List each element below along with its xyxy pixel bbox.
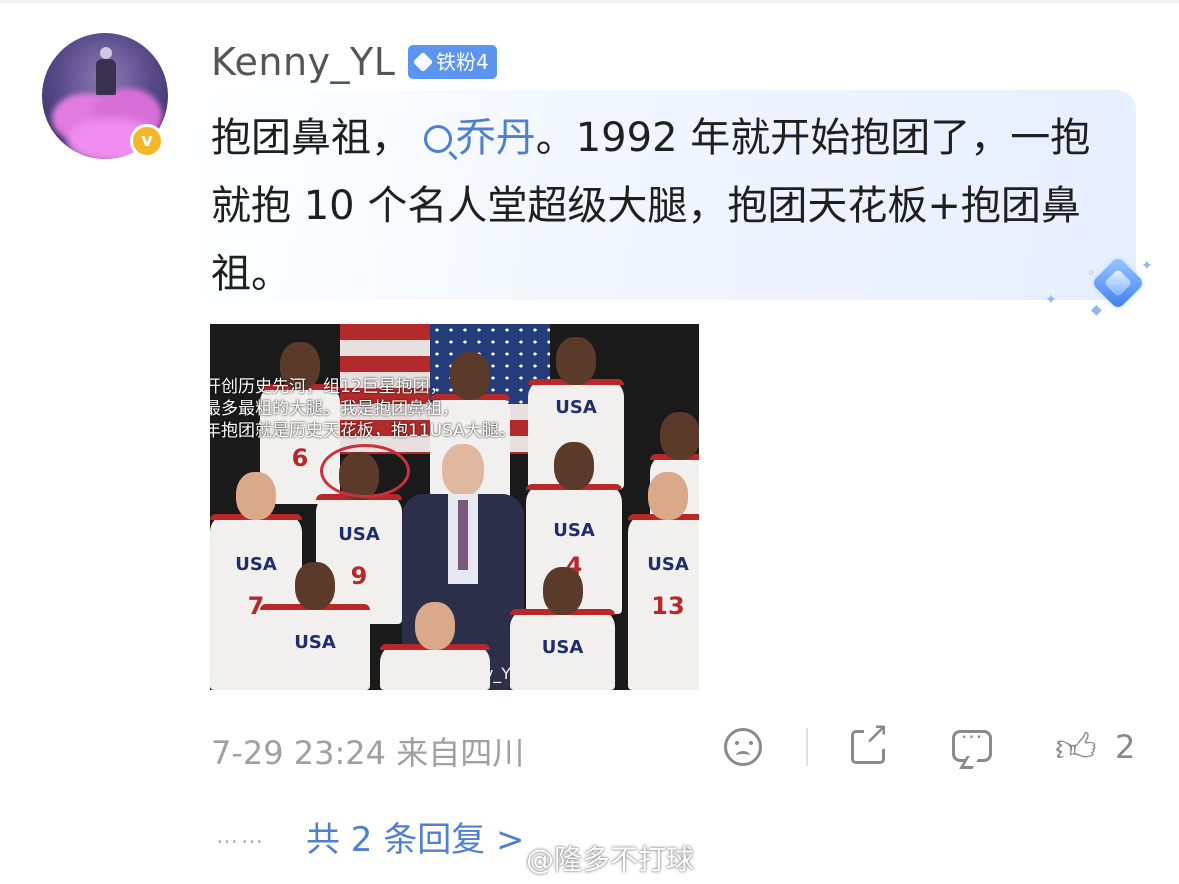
watermark-text: @隆多不打球: [526, 843, 695, 876]
replies-dots: ……: [216, 824, 266, 849]
mention-link[interactable]: 乔丹: [411, 115, 536, 161]
bubble-decoration: ◦ ✦ ✦ ◆: [1045, 256, 1153, 318]
comment-text-part1: 抱团鼻祖，: [211, 115, 411, 161]
comment-meta: 7-29 23:24 来自四川: [211, 728, 524, 774]
image-watermark: @Kenny_YL: [428, 664, 520, 683]
image-overlay-text: 开创历史先河，组12巨星抱团， 最多最粗的大腿。我是抱团鼻祖， 年抱团就是历史天…: [210, 377, 516, 441]
username[interactable]: Kenny_YL: [211, 40, 395, 84]
location: 来自四川: [396, 734, 525, 772]
comment-icon[interactable]: [952, 725, 992, 762]
like-icon[interactable]: 👍︎: [1055, 728, 1097, 768]
highlight-circle: [320, 444, 410, 498]
dislike-icon[interactable]: [724, 728, 762, 766]
share-icon[interactable]: [851, 719, 890, 764]
verified-badge: v: [130, 124, 164, 158]
action-divider: [806, 728, 808, 766]
fan-badge-label: 铁粉4: [436, 50, 489, 74]
comment-text: 抱团鼻祖， 乔丹。1992 年就开始抱团了，一抱就抱 10 个名人堂超级大腿，抱…: [211, 104, 1091, 308]
fan-badge[interactable]: 铁粉4: [408, 45, 497, 79]
view-replies-link[interactable]: 共 2 条回复 >: [306, 812, 525, 861]
search-icon: [423, 125, 452, 153]
comment-image[interactable]: 6 5 USA USA7 USA9 USA4 USA13 USA USA 开创历…: [210, 324, 699, 690]
top-divider: [0, 0, 1179, 3]
mention-label: 乔丹: [455, 115, 536, 161]
weibo-logo-icon: [498, 851, 522, 869]
page-watermark: @隆多不打球: [498, 838, 694, 878]
fan-diamond-icon: [412, 51, 434, 73]
timestamp: 7-29 23:24: [211, 734, 387, 772]
like-count: 2: [1115, 728, 1136, 766]
